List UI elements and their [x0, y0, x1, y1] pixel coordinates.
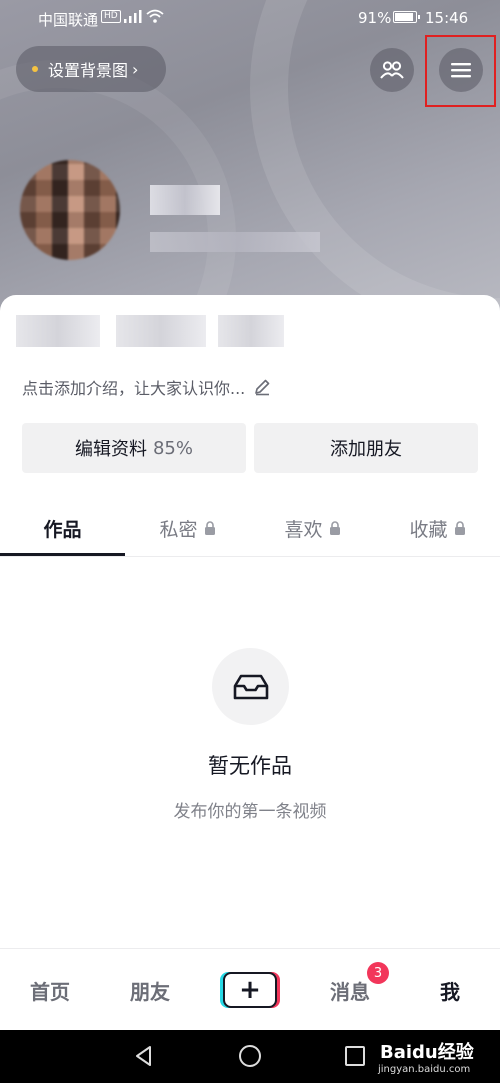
- chevron-right-icon: ›: [132, 59, 139, 79]
- friends-button[interactable]: [370, 48, 414, 92]
- avatar[interactable]: [20, 160, 120, 260]
- tab-label: 喜欢: [284, 518, 323, 541]
- bio-prompt[interactable]: 点击添加介绍，让大家认识你...: [22, 375, 271, 399]
- empty-state-icon-container: [212, 648, 289, 725]
- content-tabs: 作品 私密 喜欢 收藏: [0, 500, 500, 557]
- create-post-button[interactable]: +: [223, 972, 277, 1008]
- profile-completion: 85%: [152, 437, 193, 459]
- edit-profile-button[interactable]: 编辑资料 85%: [22, 423, 246, 473]
- bottom-tab-bar: 首页 朋友 + 消息 3 我: [0, 948, 500, 1031]
- stats-blurred: [116, 315, 206, 347]
- add-friends-label: 添加朋友: [330, 439, 402, 460]
- baidu-watermark: Baidu经验: [380, 1042, 474, 1063]
- set-background-button[interactable]: 设置背景图 ›: [16, 46, 166, 92]
- battery-percent: 91%: [358, 9, 392, 27]
- system-nav-bar: Baidu经验 jingyan.baidu.com: [0, 1030, 500, 1083]
- tab-friends-label: 朋友: [130, 979, 170, 1004]
- recent-apps-icon[interactable]: [345, 1046, 365, 1066]
- tab-favorites[interactable]: 收藏: [375, 500, 500, 556]
- add-friends-button[interactable]: 添加朋友: [254, 423, 478, 473]
- status-bar: 中国联通 HD 91% 15:46: [0, 0, 500, 36]
- bio-prompt-text: 点击添加介绍，让大家认识你...: [22, 379, 246, 398]
- tab-me[interactable]: 我: [400, 949, 500, 1031]
- plus-icon: +: [239, 975, 261, 1005]
- hd-badge: HD: [101, 10, 121, 23]
- tab-label: 作品: [43, 518, 82, 541]
- edit-pen-icon: [255, 379, 270, 396]
- tab-private[interactable]: 私密: [125, 500, 250, 556]
- empty-state-subtitle: 发布你的第一条视频: [173, 802, 327, 822]
- tab-label: 私密: [159, 518, 198, 541]
- username-blurred: [150, 185, 220, 215]
- home-circle-icon[interactable]: [238, 1044, 262, 1068]
- tab-likes[interactable]: 喜欢: [250, 500, 375, 556]
- tab-label: 收藏: [409, 518, 448, 541]
- tab-messages-label: 消息: [330, 979, 370, 1004]
- stats-blurred: [218, 315, 284, 347]
- lock-icon: [329, 521, 340, 535]
- wifi-icon: [146, 9, 164, 23]
- carrier-name: 中国联通: [38, 11, 99, 29]
- baidu-watermark-url: jingyan.baidu.com: [378, 1064, 471, 1075]
- empty-state-title: 暂无作品: [208, 754, 292, 778]
- lock-icon: [204, 521, 215, 535]
- tab-friends[interactable]: 朋友: [100, 949, 200, 1031]
- user-id-blurred: [150, 232, 320, 252]
- annotation-highlight-box: [425, 35, 496, 107]
- lock-icon: [454, 521, 465, 535]
- unread-badge: 3: [367, 962, 389, 984]
- tab-works[interactable]: 作品: [0, 500, 125, 556]
- inbox-tray-icon: [233, 674, 268, 699]
- tab-home[interactable]: 首页: [0, 949, 100, 1031]
- back-triangle-icon[interactable]: [132, 1044, 156, 1068]
- tab-me-label: 我: [440, 979, 460, 1004]
- people-icon: [380, 61, 404, 79]
- set-background-label: 设置背景图: [48, 61, 129, 80]
- tab-home-label: 首页: [30, 979, 70, 1004]
- active-tab-indicator: [0, 553, 125, 556]
- edit-profile-label: 编辑资料: [74, 439, 147, 460]
- signal-icon: [124, 10, 142, 23]
- battery-icon: [393, 11, 420, 23]
- tab-messages[interactable]: 消息: [300, 949, 400, 1031]
- new-dot-icon: [32, 66, 38, 72]
- profile-header: 中国联通 HD 91% 15:46 设置背景图 ›: [0, 0, 500, 320]
- stats-blurred: [16, 315, 100, 347]
- clock: 15:46: [425, 9, 469, 27]
